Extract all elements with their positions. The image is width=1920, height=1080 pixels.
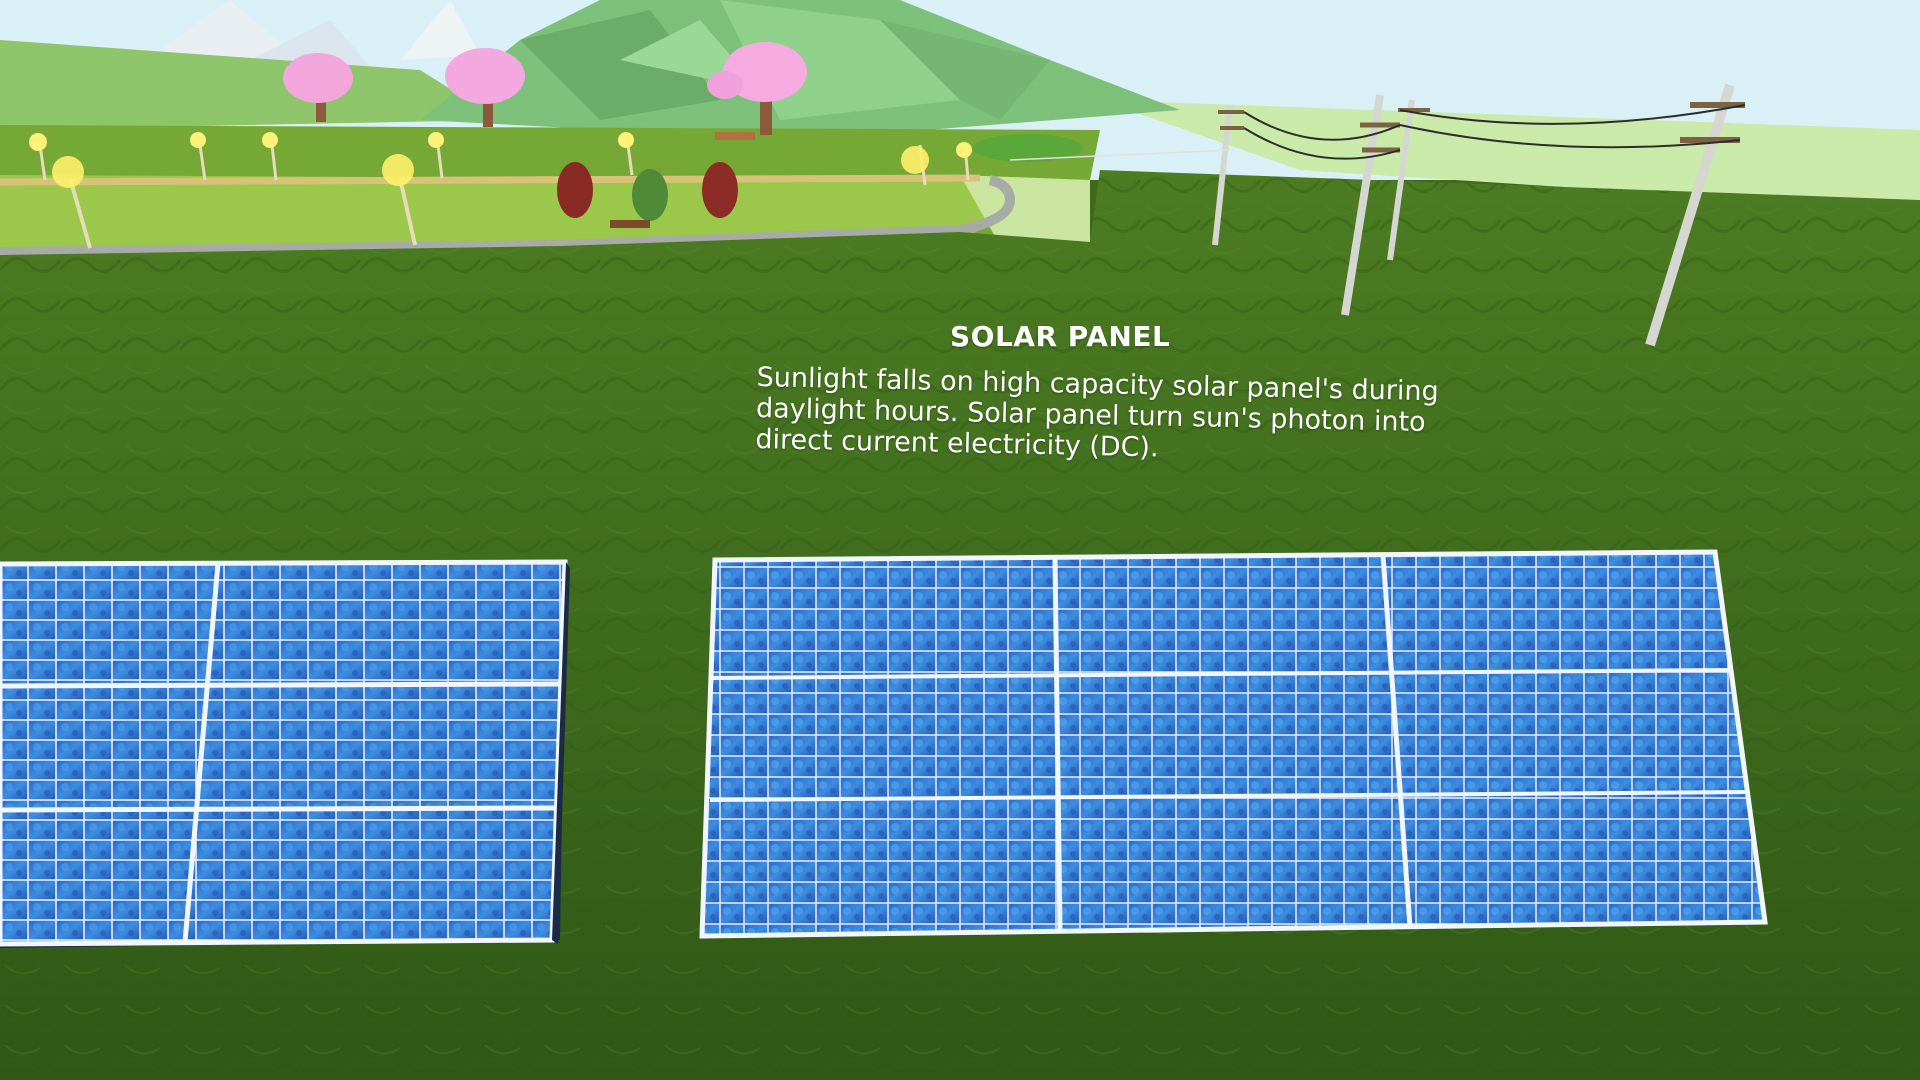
game-viewport[interactable]: SOLAR PANEL Sunlight falls on high capac… (0, 0, 1920, 1080)
solar-panel-left (0, 559, 570, 948)
bench (715, 132, 755, 140)
solar-panel-right (699, 549, 1768, 939)
3d-scene (0, 0, 1920, 1080)
info-panel-title: SOLAR PANEL (950, 320, 1171, 353)
info-panel-description: Sunlight falls on high capacity solar pa… (755, 362, 1439, 464)
